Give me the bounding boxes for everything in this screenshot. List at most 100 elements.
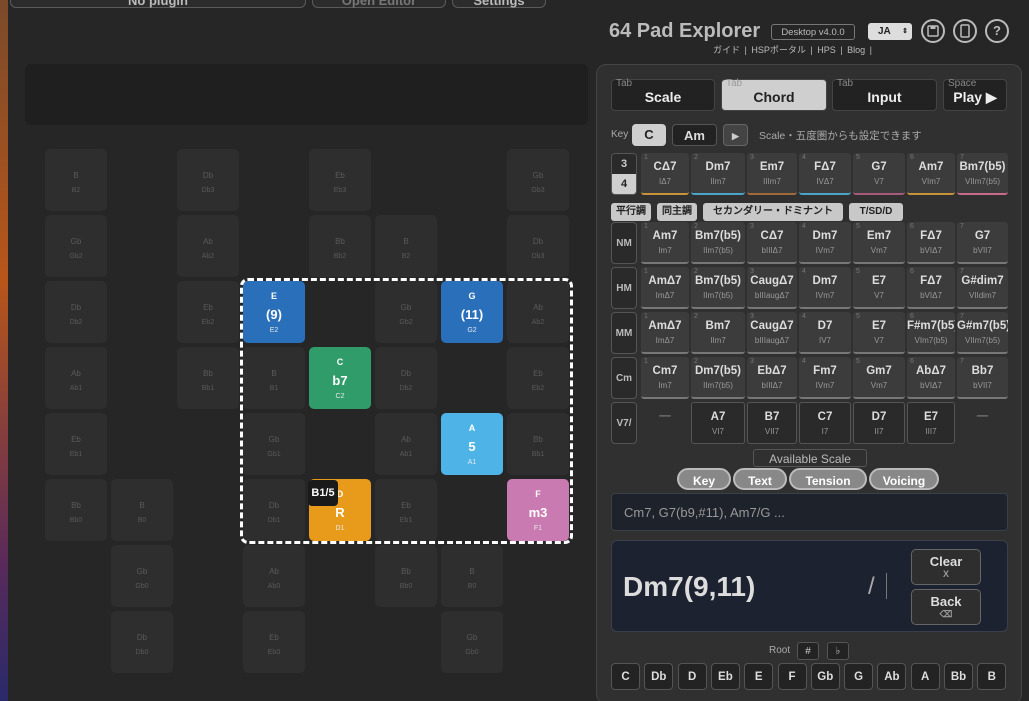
chord-cell[interactable]: 6 FΔ7 bVIΔ7 <box>907 222 955 264</box>
pill-relative[interactable]: 平行調 <box>611 203 651 221</box>
chord-cell[interactable]: 7 G#dim7 VIIdim7 <box>957 267 1008 309</box>
chord-cell[interactable]: 6 Am7 VIm7 <box>907 153 955 195</box>
chord-cell[interactable]: 6 F#m7(b5) VIm7(b5) <box>907 312 955 354</box>
chord-cell[interactable]: 2 Bm7(b5) IIm7(b5) <box>691 267 745 309</box>
pad[interactable]: B B0 <box>111 479 173 541</box>
pad[interactable]: Ab Ab1 <box>45 347 107 409</box>
note-button-db[interactable]: Db <box>644 663 674 690</box>
pad[interactable]: Eb Eb2 <box>177 281 239 343</box>
chord-cell[interactable]: D7 II7 <box>853 402 905 444</box>
key-c-button[interactable]: C <box>632 124 666 146</box>
chord-cell[interactable]: 4 D7 IV7 <box>799 312 851 354</box>
note-button-b[interactable]: B <box>977 663 1007 690</box>
chord-cell[interactable]: C7 I7 <box>799 402 851 444</box>
chord-cell[interactable]: 3 EbΔ7 bIIIΔ7 <box>747 357 797 399</box>
settings-button[interactable]: Settings <box>452 0 546 8</box>
pad[interactable]: Db Db3 <box>177 149 239 211</box>
chord-cell[interactable]: 3 Em7 IIIm7 <box>747 153 797 195</box>
chord-cell[interactable]: — <box>641 402 689 444</box>
pad[interactable]: B B0 <box>441 545 503 607</box>
pad[interactable]: Eb Eb3 <box>309 149 371 211</box>
pad[interactable]: Bb Bb0 <box>45 479 107 541</box>
link-hsp-portal[interactable]: HSPポータル <box>751 45 806 55</box>
note-button-g[interactable]: G <box>844 663 874 690</box>
note-button-d[interactable]: D <box>677 663 707 690</box>
pad[interactable]: Bb Bb2 <box>309 215 371 277</box>
pad[interactable]: Bb Bb0 <box>375 545 437 607</box>
chord-cell[interactable]: 1 AmΔ7 ImΔ7 <box>641 267 689 309</box>
pad[interactable]: Db Db0 <box>111 611 173 673</box>
plugin-button[interactable]: No plugin <box>10 0 306 8</box>
pad[interactable]: Gb Gb0 <box>441 611 503 673</box>
pad[interactable]: Db Db3 <box>507 215 569 277</box>
chord-cell[interactable]: 3 CΔ7 bIIIΔ7 <box>747 222 797 264</box>
chord-cell[interactable]: A7 VI7 <box>691 402 745 444</box>
chord-cell[interactable]: B7 VII7 <box>747 402 797 444</box>
pad[interactable]: Bb Bb1 <box>177 347 239 409</box>
save-icon[interactable] <box>921 19 945 43</box>
chord-cell[interactable]: 4 Dm7 IVm7 <box>799 267 851 309</box>
note-button-gb[interactable]: Gb <box>810 663 840 690</box>
pad[interactable]: Ab Ab2 <box>177 215 239 277</box>
tab-scale[interactable]: Tab Scale <box>611 78 715 111</box>
language-select[interactable]: JA ⇕ <box>868 23 912 40</box>
note-button-ab[interactable]: Ab <box>877 663 907 690</box>
pad[interactable]: B B2 <box>45 149 107 211</box>
chord-cell[interactable]: 4 Dm7 IVm7 <box>799 222 851 264</box>
chord-cell[interactable]: 5 Em7 Vm7 <box>853 222 905 264</box>
pad[interactable]: Ab Ab0 <box>243 545 305 607</box>
chord-cell[interactable]: 5 Gm7 Vm7 <box>853 357 905 399</box>
tab-chord[interactable]: Tab Chord <box>721 78 827 111</box>
chord-cell[interactable]: E7 III7 <box>907 402 955 444</box>
chord-cell[interactable]: 1 CΔ7 IΔ7 <box>641 153 689 195</box>
chord-cell[interactable]: 6 FΔ7 bVIΔ7 <box>907 267 955 309</box>
note-button-bb[interactable]: Bb <box>944 663 973 690</box>
link-blog[interactable]: Blog <box>847 45 865 55</box>
pill-secondary-dominant[interactable]: セカンダリー・ドミナント <box>703 203 843 221</box>
pad[interactable]: Eb Eb1 <box>45 413 107 475</box>
tab-input[interactable]: Tab Input <box>832 78 937 111</box>
radio-tension[interactable]: Tension <box>789 468 867 490</box>
radio-voicing[interactable]: Voicing <box>869 468 939 490</box>
chord-cell[interactable]: 4 FΔ7 IVΔ7 <box>799 153 851 195</box>
tablet-icon[interactable] <box>953 19 977 43</box>
chord-cell[interactable]: 2 Dm7(b5) IIm7(b5) <box>691 357 745 399</box>
open-editor-button[interactable]: Open Editor <box>312 0 446 8</box>
chord-cell[interactable]: 3 CaugΔ7 bIIIaugΔ7 <box>747 312 797 354</box>
radio-key[interactable]: Key <box>677 468 731 490</box>
chord-cell[interactable]: 7 G7 bVII7 <box>957 222 1008 264</box>
pill-tsdd[interactable]: T/SD/D <box>849 203 903 221</box>
chord-cell[interactable]: 7 Bm7(b5) VIIm7(b5) <box>957 153 1008 195</box>
chord-cell[interactable]: 1 Am7 Im7 <box>641 222 689 264</box>
sharp-button[interactable]: # <box>797 642 819 660</box>
link-guide[interactable]: ガイド <box>713 45 740 55</box>
pad[interactable]: Gb Gb3 <box>507 149 569 211</box>
size-4-button[interactable]: 4 <box>612 174 636 194</box>
note-button-c[interactable]: C <box>611 663 640 690</box>
help-icon[interactable]: ? <box>985 19 1009 43</box>
note-button-f[interactable]: F <box>777 663 807 690</box>
key-am-button[interactable]: Am <box>672 124 717 146</box>
chord-cell[interactable]: 3 CaugΔ7 bIIIaugΔ7 <box>747 267 797 309</box>
chord-cell[interactable]: 2 Bm7 IIm7 <box>691 312 745 354</box>
note-button-e[interactable]: E <box>744 663 774 690</box>
chord-cell[interactable]: 7 Bb7 bVII7 <box>957 357 1008 399</box>
pad[interactable]: B B2 <box>375 215 437 277</box>
chord-cell[interactable]: 2 Dm7 IIm7 <box>691 153 745 195</box>
chord-cell[interactable]: 1 AmΔ7 ImΔ7 <box>641 312 689 354</box>
pad[interactable]: Gb Gb2 <box>45 215 107 277</box>
chord-cell[interactable]: — <box>957 402 1008 444</box>
note-button-eb[interactable]: Eb <box>710 663 740 690</box>
chord-cell[interactable]: 5 E7 V7 <box>853 312 905 354</box>
chord-cell[interactable]: 7 G#m7(b5) VIIm7(b5) <box>957 312 1008 354</box>
flat-button[interactable]: ♭ <box>827 642 849 660</box>
key-play-button[interactable]: ▶ <box>723 124 748 146</box>
pad[interactable]: Gb Gb0 <box>111 545 173 607</box>
note-button-a[interactable]: A <box>910 663 940 690</box>
radio-text[interactable]: Text <box>733 468 787 490</box>
pill-parallel[interactable]: 同主調 <box>657 203 697 221</box>
chord-cell[interactable]: 5 G7 V7 <box>853 153 905 195</box>
clear-button[interactable]: Clear X <box>911 549 981 585</box>
chord-cell[interactable]: 5 E7 V7 <box>853 267 905 309</box>
pad[interactable]: Db Db2 <box>45 281 107 343</box>
